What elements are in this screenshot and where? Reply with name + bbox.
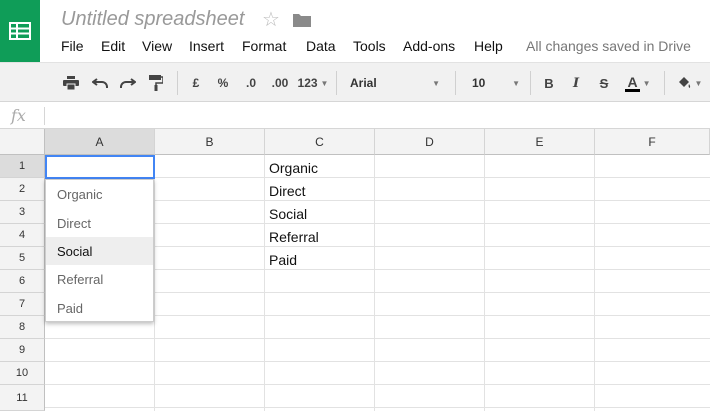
increase-decimal-button[interactable]: .00 (266, 63, 294, 103)
menu-view[interactable]: View (142, 38, 172, 54)
dropdown-option-direct[interactable]: Direct (46, 209, 153, 237)
grid-line (45, 407, 710, 408)
row-header-7[interactable]: 7 (0, 293, 45, 316)
decrease-decimal-button[interactable]: .0 (239, 63, 263, 103)
menu-add-ons[interactable]: Add-ons (403, 38, 455, 54)
grid-line (45, 361, 710, 362)
grid-line (484, 155, 485, 411)
font-size-dropdown[interactable]: 10 ▼ (466, 63, 522, 103)
formula-separator (44, 107, 45, 125)
text-color-button[interactable]: A ▼ (620, 63, 656, 103)
grid-line (154, 155, 155, 411)
toolbar-separator (177, 71, 178, 95)
cell-c5[interactable]: Paid (269, 252, 297, 268)
menu-file[interactable]: File (61, 38, 84, 54)
row-header-2[interactable]: 2 (0, 178, 45, 201)
undo-icon (92, 78, 108, 88)
menu-format[interactable]: Format (242, 38, 286, 54)
toolbar: £ % .0 .00 123 ▼ Arial ▼ 10 ▼ B I S A ▼ … (0, 62, 710, 102)
print-icon (63, 76, 79, 90)
row-header-6[interactable]: 6 (0, 270, 45, 293)
number-format-label: 123 (297, 76, 318, 90)
caret-down-icon: ▼ (512, 78, 520, 88)
column-header-f[interactable]: F (595, 129, 710, 155)
save-status[interactable]: All changes saved in Drive (526, 38, 691, 54)
column-header-e[interactable]: E (485, 129, 595, 155)
format-percent-button[interactable]: % (213, 63, 233, 103)
grid-line (264, 155, 265, 411)
selected-cell-a1[interactable] (45, 155, 155, 179)
redo-icon (120, 78, 136, 88)
strikethrough-button[interactable]: S (594, 63, 614, 103)
decrease-decimal-label: .0 (245, 76, 256, 90)
dropdown-option-paid[interactable]: Paid (46, 294, 153, 322)
star-icon[interactable]: ☆ (262, 7, 280, 32)
row-header-1[interactable]: 1 (0, 155, 45, 178)
caret-down-icon: ▼ (432, 78, 440, 88)
caret-down-icon: ▼ (320, 78, 329, 88)
menu-tools[interactable]: Tools (353, 38, 386, 54)
formula-input[interactable] (46, 103, 710, 128)
caret-down-icon: ▼ (694, 78, 703, 88)
cell-c3[interactable]: Social (269, 206, 307, 222)
increase-decimal-label: .00 (271, 76, 289, 90)
caret-down-icon: ▼ (642, 78, 651, 88)
toolbar-separator (530, 71, 531, 95)
font-family-label: Arial (350, 76, 377, 90)
format-currency-button[interactable]: £ (186, 63, 206, 103)
menu-edit[interactable]: Edit (101, 38, 125, 54)
toolbar-separator (336, 71, 337, 95)
row-header-5[interactable]: 5 (0, 247, 45, 270)
folder-icon[interactable] (292, 12, 312, 33)
menu-help[interactable]: Help (474, 38, 503, 54)
dropdown-option-organic[interactable]: Organic (46, 180, 153, 208)
grid-line (594, 155, 595, 411)
cell-c1[interactable]: Organic (269, 160, 318, 176)
paint-format-button[interactable] (145, 63, 167, 103)
row-header-3[interactable]: 3 (0, 201, 45, 224)
font-family-dropdown[interactable]: Arial ▼ (344, 63, 444, 103)
dropdown-option-social[interactable]: Social (46, 237, 153, 265)
column-header-b[interactable]: B (155, 129, 265, 155)
formula-bar: fx (0, 103, 710, 129)
select-all-corner[interactable] (0, 129, 45, 155)
paint-roller-icon (149, 75, 163, 91)
font-size-label: 10 (472, 76, 486, 90)
row-header-11[interactable]: 11 (0, 385, 45, 411)
redo-button[interactable] (117, 63, 139, 103)
dropdown-option-referral[interactable]: Referral (46, 265, 153, 293)
cell-c4[interactable]: Referral (269, 229, 319, 245)
column-header-c[interactable]: C (265, 129, 375, 155)
cell-c2[interactable]: Direct (269, 183, 306, 199)
row-header-8[interactable]: 8 (0, 316, 45, 339)
bold-button[interactable]: B (539, 63, 559, 103)
fill-color-button[interactable]: ▼ (672, 63, 706, 103)
grid-line (374, 155, 375, 411)
number-format-dropdown[interactable]: 123 ▼ (296, 63, 330, 103)
grid-line (45, 384, 710, 385)
toolbar-separator (455, 71, 456, 95)
row-header-10[interactable]: 10 (0, 362, 45, 385)
menu-insert[interactable]: Insert (189, 38, 224, 54)
menu-bar: File Edit View Insert Format Data Tools … (0, 38, 710, 56)
document-title[interactable]: Untitled spreadsheet (61, 8, 244, 31)
column-header-d[interactable]: D (375, 129, 485, 155)
italic-button[interactable]: I (566, 63, 586, 103)
app-header: Untitled spreadsheet ☆ File Edit View In… (0, 0, 710, 62)
print-button[interactable] (60, 63, 82, 103)
undo-button[interactable] (89, 63, 111, 103)
validation-dropdown: Organic Direct Social Referral Paid (45, 179, 154, 322)
menu-data[interactable]: Data (306, 38, 336, 54)
fx-icon: fx (11, 106, 26, 125)
row-header-9[interactable]: 9 (0, 339, 45, 362)
grid-line (45, 338, 710, 339)
column-header-a[interactable]: A (45, 129, 155, 155)
row-header-4[interactable]: 4 (0, 224, 45, 247)
paint-bucket-icon (678, 77, 690, 88)
toolbar-separator (664, 71, 665, 95)
text-color-label: A (625, 73, 640, 92)
